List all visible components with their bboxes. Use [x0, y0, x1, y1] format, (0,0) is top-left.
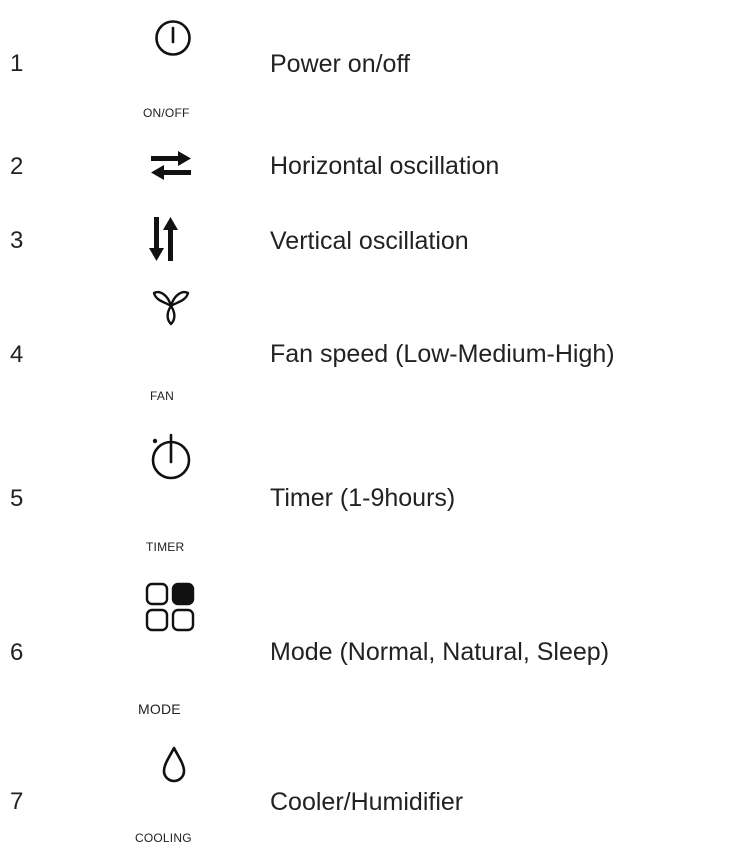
item-description: Horizontal oscillation	[270, 152, 500, 180]
item-number: 4	[10, 341, 24, 368]
timer-icon	[147, 432, 195, 482]
power-icon	[153, 18, 193, 58]
item-description: Cooler/Humidifier	[270, 788, 464, 816]
fan-icon	[150, 285, 192, 327]
vertical-arrows-icon	[148, 214, 180, 264]
item-description: Vertical oscillation	[270, 227, 469, 255]
item-description: Fan speed (Low-Medium-High)	[270, 340, 615, 368]
item-description: Timer (1-9hours)	[270, 484, 456, 512]
mode-grid-icon	[143, 580, 199, 636]
item-number: 2	[10, 153, 24, 180]
icon-caption: COOLING	[135, 831, 192, 845]
water-drop-icon	[160, 744, 188, 784]
item-description: Power on/off	[270, 50, 410, 78]
item-number: 7	[10, 788, 24, 815]
item-number: 1	[10, 50, 24, 77]
icon-caption: ON/OFF	[143, 106, 190, 120]
item-description: Mode (Normal, Natural, Sleep)	[270, 638, 610, 666]
icon-caption: TIMER	[146, 540, 185, 554]
icon-caption: MODE	[138, 701, 181, 717]
horizontal-arrows-icon	[148, 150, 194, 182]
item-number: 6	[10, 639, 24, 666]
item-number: 5	[10, 485, 24, 512]
icon-caption: FAN	[150, 389, 174, 403]
item-number: 3	[10, 227, 24, 254]
